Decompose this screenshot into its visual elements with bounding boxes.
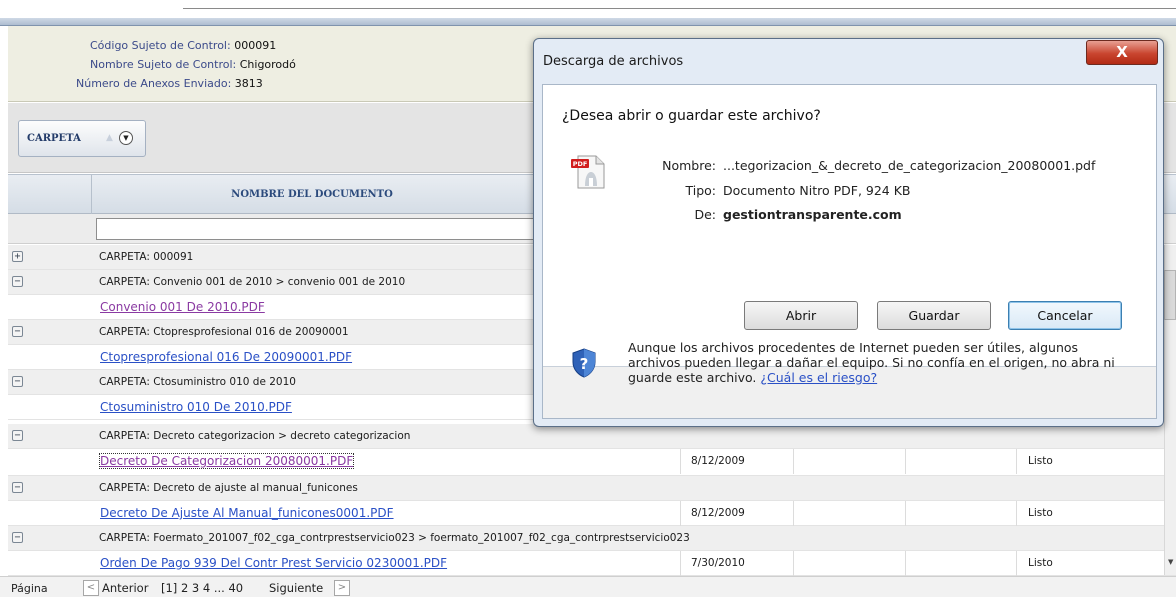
nombre-label: Nombre Sujeto de Control: [90, 58, 237, 71]
dialog-question: ¿Desea abrir o guardar este archivo? [562, 108, 821, 124]
status-cell: Listo [1028, 507, 1053, 519]
sort-up-icon[interactable]: ▲ [106, 133, 113, 143]
file-name-value: ...tegorizacion_&_decreto_de_categorizac… [723, 158, 1096, 173]
collapse-icon[interactable]: − [12, 276, 23, 287]
status-cell: Listo [1028, 455, 1053, 467]
cell-divider [905, 449, 906, 474]
close-icon[interactable]: X [1086, 40, 1158, 65]
open-button[interactable]: Abrir [744, 301, 858, 330]
cell-divider [1016, 501, 1017, 526]
next-page-icon[interactable]: > [334, 580, 350, 596]
collapse-icon[interactable]: − [12, 430, 23, 441]
table-row: − CARPETA: Foermato_201007_f02_cga_contr… [8, 526, 1176, 551]
risk-link[interactable]: ¿Cuál es el riesgo? [760, 370, 877, 385]
cell-divider [680, 449, 681, 474]
cell-divider [793, 449, 794, 474]
document-link[interactable]: Convenio 001 De 2010.PDF [100, 300, 265, 314]
folder-label: CARPETA: Decreto de ajuste al manual_fun… [99, 482, 358, 494]
carpeta-label: CARPETA [27, 133, 81, 144]
cancel-button[interactable]: Cancelar [1008, 301, 1122, 330]
cell-divider [905, 551, 906, 576]
column-header-nombre[interactable]: NOMBRE DEL DOCUMENTO [92, 175, 532, 215]
collapse-icon[interactable]: − [12, 376, 23, 387]
pagination-bar: Página < Anterior [1] 2 3 4 ... 40 Sigui… [0, 576, 1176, 597]
carpeta-group-button[interactable]: CARPETA ▲ ▼ [18, 120, 146, 157]
download-dialog: Descarga de archivos X ¿Desea abrir o gu… [533, 38, 1164, 427]
table-row: Decreto De Ajuste Al Manual_funicones000… [8, 501, 1176, 526]
source-value: gestiontransparente.com [723, 207, 902, 222]
warning-message: Aunque los archivos procedentes de Inter… [628, 340, 1133, 385]
nombre-filter-input[interactable] [96, 218, 546, 240]
chevron-down-circle-icon[interactable]: ▼ [119, 131, 133, 145]
document-link[interactable]: Ctosuministro 010 De 2010.PDF [100, 400, 292, 414]
date-cell: 7/30/2010 [691, 557, 745, 569]
anexos-value: 3813 [234, 77, 263, 90]
prev-page-icon[interactable]: < [83, 580, 99, 596]
cell-divider [905, 501, 906, 526]
scroll-down-icon[interactable]: ▼ [1168, 558, 1173, 566]
anexos-row: Número de Anexos Enviado: 3813 [76, 77, 263, 90]
pdf-file-icon: PDF [571, 155, 605, 189]
table-row: Decreto De Categorizacion 20080001.PDF 8… [8, 449, 1176, 476]
folder-label: CARPETA: 000091 [99, 251, 194, 263]
status-cell: Listo [1028, 557, 1053, 569]
document-link[interactable]: Decreto De Categorizacion 20080001.PDF [98, 453, 355, 469]
scrollbar-thumb[interactable] [1164, 270, 1176, 320]
next-page-link[interactable]: Siguiente [269, 581, 323, 595]
table-row: − CARPETA: Decreto categorizacion > decr… [8, 424, 1176, 449]
collapse-icon[interactable]: − [12, 326, 23, 337]
date-cell: 8/12/2009 [691, 507, 745, 519]
collapse-icon[interactable]: − [12, 532, 23, 543]
svg-text:?: ? [580, 355, 589, 373]
nombre-row: Nombre Sujeto de Control: Chigorodó [90, 58, 296, 71]
prev-page-link[interactable]: Anterior [102, 581, 148, 595]
folder-label: CARPETA: Ctopresprofesional 016 de 20090… [99, 326, 349, 338]
file-type-value: Documento Nitro PDF, 924 KB [723, 183, 911, 198]
collapse-icon[interactable]: − [12, 482, 23, 493]
top-divider [183, 8, 1176, 9]
document-link[interactable]: Decreto De Ajuste Al Manual_funicones000… [100, 506, 394, 520]
date-cell: 8/12/2009 [691, 455, 745, 467]
cell-divider [680, 551, 681, 576]
cell-divider [793, 501, 794, 526]
folder-label: CARPETA: Ctosuministro 010 de 2010 [99, 376, 296, 388]
save-button[interactable]: Guardar [877, 301, 991, 330]
page-numbers[interactable]: [1] 2 3 4 ... 40 [161, 581, 243, 595]
folder-label: CARPETA: Decreto categorizacion > decret… [99, 430, 411, 442]
dialog-title: Descarga de archivos [543, 54, 684, 69]
document-link[interactable]: Ctopresprofesional 016 De 20090001.PDF [100, 350, 352, 364]
cell-divider [1016, 449, 1017, 474]
shield-question-icon: ? [572, 348, 596, 378]
cell-divider [793, 551, 794, 576]
table-row: Orden De Pago 939 Del Contr Prest Servic… [8, 551, 1176, 576]
tipo-key: Tipo: [685, 183, 716, 198]
top-bar [0, 18, 1176, 26]
cell-divider [680, 501, 681, 526]
folder-label: CARPETA: Foermato_201007_f02_cga_contrpr… [99, 532, 690, 544]
nombre-value: Chigorodó [239, 58, 296, 71]
codigo-label: Código Sujeto de Control: [90, 39, 231, 52]
de-key: De: [694, 207, 716, 222]
table-row: − CARPETA: Decreto de ajuste al manual_f… [8, 476, 1176, 501]
cell-divider [1016, 551, 1017, 576]
folder-label: CARPETA: Convenio 001 de 2010 > convenio… [99, 276, 406, 288]
codigo-row: Código Sujeto de Control: 000091 [90, 39, 276, 52]
page-label: Página [11, 582, 48, 595]
expand-icon[interactable]: + [12, 251, 23, 262]
codigo-value: 000091 [234, 39, 277, 52]
nombre-key: Nombre: [662, 158, 716, 173]
pdf-icon-label: PDF [573, 160, 588, 168]
document-link[interactable]: Orden De Pago 939 Del Contr Prest Servic… [100, 556, 447, 570]
anexos-label: Número de Anexos Enviado: [76, 77, 232, 90]
